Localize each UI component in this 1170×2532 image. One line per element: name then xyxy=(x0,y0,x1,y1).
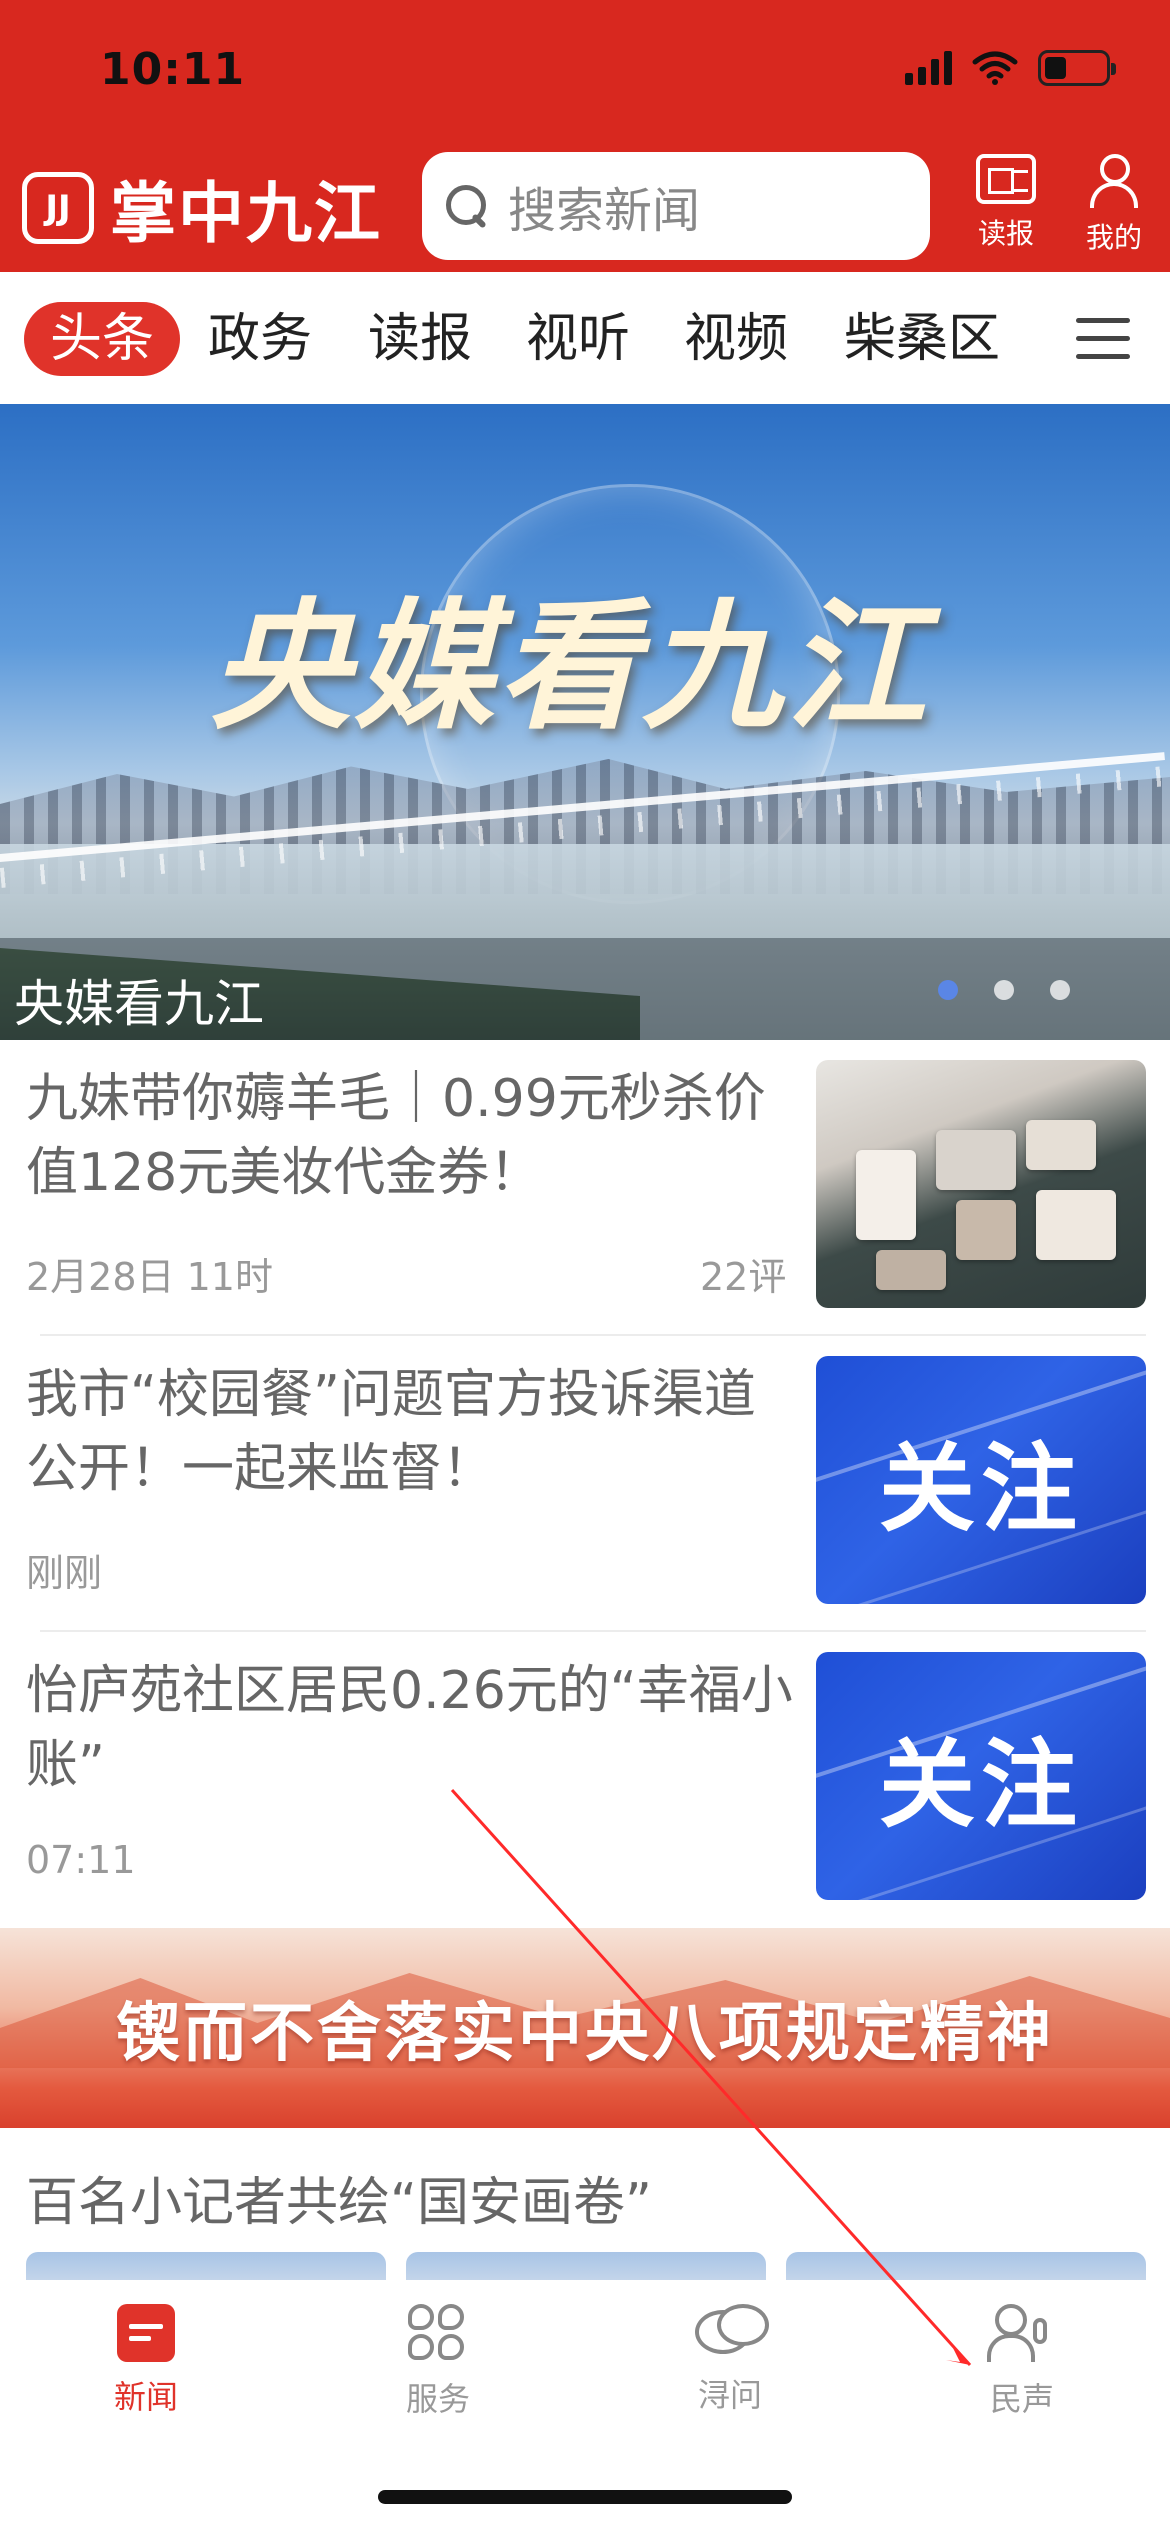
user-icon xyxy=(1084,154,1144,208)
brand-name: 掌中九江 xyxy=(110,175,382,252)
thumbnail-text: 关注 xyxy=(879,1727,1083,1841)
banner-title: 央媒看九江 xyxy=(210,586,931,749)
nav-news[interactable]: 新闻 xyxy=(46,2304,246,2418)
tab-chaisang[interactable]: 柴桑区 xyxy=(844,302,1000,376)
promo-banner[interactable]: 锲而不舍落实中央八项规定精神 xyxy=(0,1928,1170,2128)
banner-caption: 央媒看九江 xyxy=(14,975,264,1033)
tab-audiovisual[interactable]: 视听 xyxy=(526,302,630,376)
news-comments: 22评 xyxy=(700,1255,787,1299)
carousel-dot[interactable] xyxy=(1050,980,1070,1000)
section-title[interactable]: 百名小记者共绘“国安画卷” xyxy=(26,2160,652,2235)
profile-label: 我的 xyxy=(1085,221,1142,254)
category-tabs: 头条 政务 读报 视听 视频 柴桑区 xyxy=(0,272,1170,404)
cellular-signal-icon xyxy=(905,51,952,85)
tab-headline[interactable]: 头条 xyxy=(24,302,181,376)
tab-video[interactable]: 视频 xyxy=(684,302,788,376)
service-icon xyxy=(408,2304,468,2364)
promo-text: 锲而不舍落实中央八项规定精神 xyxy=(116,1997,1054,2071)
banner-carousel[interactable]: 央媒看九江 央媒看九江 xyxy=(0,404,1170,1040)
search-bar[interactable]: 搜索新闻 xyxy=(422,152,930,260)
news-title: 九妹带你薅羊毛｜0.99元秒杀价值128元美妆代金券！ xyxy=(26,1069,766,1203)
news-thumbnail: 关注 xyxy=(816,1356,1146,1604)
news-icon xyxy=(117,2304,175,2362)
nav-service[interactable]: 服务 xyxy=(338,2304,538,2420)
news-time: 刚刚 xyxy=(26,1551,103,1595)
profile-button[interactable]: 我的 xyxy=(1074,154,1154,256)
carousel-dot[interactable] xyxy=(938,980,958,1000)
app-header: 10:11 JJ 掌中九江 搜索新闻 读报 我的 xyxy=(0,0,1170,272)
nav-xunwen[interactable]: 浔问 xyxy=(630,2304,830,2416)
news-item[interactable]: 九妹带你薅羊毛｜0.99元秒杀价值128元美妆代金券！ 2月28日 11时 22… xyxy=(0,1040,1170,1336)
chat-icon xyxy=(695,2304,769,2360)
newspaper-button[interactable]: 读报 xyxy=(966,154,1046,252)
tab-newspaper[interactable]: 读报 xyxy=(368,302,472,376)
voice-icon xyxy=(987,2304,1057,2364)
menu-icon[interactable] xyxy=(1076,314,1130,364)
newspaper-label: 读报 xyxy=(977,217,1034,250)
nav-minsheng[interactable]: 民声 xyxy=(922,2304,1122,2420)
news-title: 我市“校园餐”问题官方投诉渠道公开！一起来监督！ xyxy=(26,1365,756,1499)
nav-label: 民声 xyxy=(989,2380,1054,2418)
app-logo-icon: JJ xyxy=(22,172,94,244)
carousel-dot[interactable] xyxy=(994,980,1014,1000)
thumbnail-text: 关注 xyxy=(879,1431,1083,1545)
news-time: 07:11 xyxy=(26,1838,136,1882)
news-thumbnail: 关注 xyxy=(816,1652,1146,1900)
news-thumbnail xyxy=(816,1060,1146,1308)
tab-government[interactable]: 政务 xyxy=(208,302,312,376)
brand: JJ 掌中九江 xyxy=(22,160,382,256)
nav-label: 新闻 xyxy=(113,2378,178,2416)
carousel-dots xyxy=(938,980,1070,1000)
nav-label: 浔问 xyxy=(697,2376,762,2414)
nav-label: 服务 xyxy=(405,2380,470,2418)
battery-icon xyxy=(1038,50,1116,86)
news-item[interactable]: 怡庐苑社区居民0.26元的“幸福小账” 07:11 关注 xyxy=(0,1632,1170,1928)
news-time: 2月28日 11时 xyxy=(26,1255,273,1299)
search-icon xyxy=(444,183,490,229)
status-time: 10:11 xyxy=(100,44,246,95)
status-bar: 10:11 xyxy=(0,0,1170,140)
home-indicator xyxy=(378,2490,792,2504)
news-item[interactable]: 我市“校园餐”问题官方投诉渠道公开！一起来监督！ 刚刚 关注 xyxy=(0,1336,1170,1632)
status-icons xyxy=(905,50,1116,86)
search-placeholder: 搜索新闻 xyxy=(508,183,701,239)
wifi-icon xyxy=(972,51,1018,85)
news-title: 怡庐苑社区居民0.26元的“幸福小账” xyxy=(26,1661,793,1795)
newspaper-icon xyxy=(976,154,1036,204)
